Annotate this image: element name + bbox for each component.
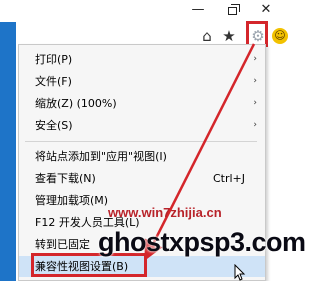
close-button[interactable]: ✕ [256, 2, 276, 18]
menu-item-label: 查看下载(N) [35, 172, 96, 185]
menu-item-add-site-to-apps[interactable]: 将站点添加到"应用"视图(I) [19, 146, 265, 167]
submenu-arrow-icon: › [253, 76, 257, 86]
menu-item-label: 将站点添加到"应用"视图(I) [35, 150, 167, 163]
menu-item-label: 管理加载项(M) [35, 194, 109, 207]
maximize-button[interactable] [222, 2, 242, 18]
submenu-arrow-icon: › [253, 98, 257, 108]
submenu-arrow-icon: › [253, 120, 257, 130]
star-icon[interactable]: ★ [220, 27, 238, 45]
menu-item-label: 安全(S) [35, 119, 73, 132]
minimize-button[interactable]: — [188, 2, 208, 18]
menu-separator [25, 141, 257, 142]
menu-item-zoom[interactable]: 缩放(Z) (100%) › [19, 93, 265, 114]
menu-item-label: 转到已固定 [35, 238, 90, 251]
watermark-logo: ghostxpsp3.com [98, 227, 306, 257]
home-icon[interactable]: ⌂ [198, 27, 216, 45]
mouse-cursor-icon [234, 264, 246, 281]
window-controls: — ✕ [0, 0, 290, 22]
menu-item-label: 打印(P) [35, 53, 73, 66]
watermark-url: www.win7zhijia.cn [108, 205, 222, 220]
menu-item-view-downloads[interactable]: 查看下载(N) Ctrl+J [19, 168, 265, 189]
menu-item-label: 缩放(Z) (100%) [35, 97, 117, 110]
menu-item-file[interactable]: 文件(F) › [19, 71, 265, 92]
menu-item-shortcut: Ctrl+J [212, 172, 245, 185]
menu-item-label: 文件(F) [35, 75, 72, 88]
smiley-icon[interactable]: ☺ [272, 28, 288, 44]
page-background-strip [0, 22, 16, 281]
menu-item-security[interactable]: 安全(S) › [19, 115, 265, 136]
menu-item-print[interactable]: 打印(P) › [19, 49, 265, 70]
submenu-arrow-icon: › [253, 54, 257, 64]
